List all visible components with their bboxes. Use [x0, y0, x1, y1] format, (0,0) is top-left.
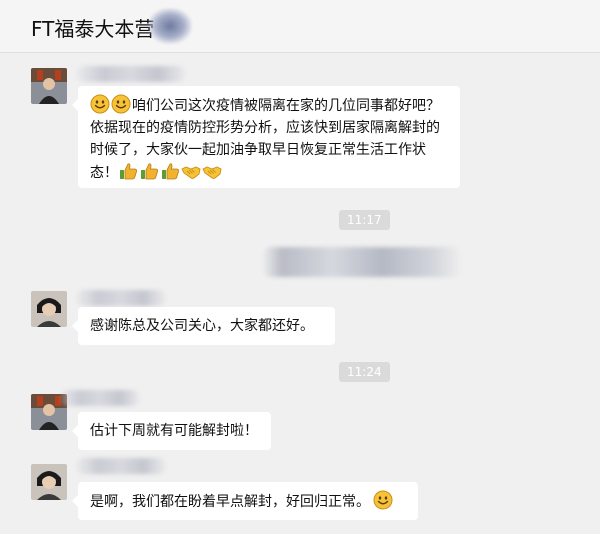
smile-emoji-icon: [373, 490, 393, 510]
message-text: 感谢陈总及公司关心，大家都还好。: [90, 318, 314, 334]
message-text: 估计下周就有可能解封啦！: [90, 423, 258, 439]
sender-name-blurred: [76, 290, 166, 306]
avatar[interactable]: [31, 464, 67, 500]
message-bubble[interactable]: 感谢陈总及公司关心，大家都还好。: [72, 307, 335, 345]
thumbs-up-emoji-icon: [160, 161, 180, 181]
sender-name-blurred: [76, 458, 166, 474]
message-bubble[interactable]: 是啊，我们都在盼着早点解封，好回归正常。: [72, 482, 418, 520]
message-text: 是啊，我们都在盼着早点解封，好回归正常。: [90, 494, 370, 510]
handshake-emoji-icon: [202, 161, 222, 181]
avatar[interactable]: [31, 291, 67, 327]
smile-emoji-icon: [90, 94, 110, 114]
message-bubble[interactable]: 估计下周就有可能解封啦！: [72, 412, 271, 450]
blurred-content: [262, 247, 462, 277]
timestamp: 11:17: [339, 210, 390, 230]
smile-emoji-icon: [111, 94, 131, 114]
handshake-emoji-icon: [181, 161, 201, 181]
avatar[interactable]: [31, 68, 67, 104]
timestamp: 11:24: [339, 362, 390, 382]
message-bubble[interactable]: 咱们公司这次疫情被隔离在家的几位同事都好吧？依据现在的疫情防控形势分析，应该快到…: [72, 86, 460, 188]
chat-header: FT福泰大本营: [0, 0, 600, 53]
blurred-title-suffix: [148, 8, 192, 44]
thumbs-up-emoji-icon: [139, 161, 159, 181]
chat-title: FT福泰大本营: [31, 17, 155, 41]
sender-name-blurred: [60, 390, 140, 406]
thumbs-up-emoji-icon: [118, 161, 138, 181]
sender-name-blurred: [76, 66, 186, 82]
